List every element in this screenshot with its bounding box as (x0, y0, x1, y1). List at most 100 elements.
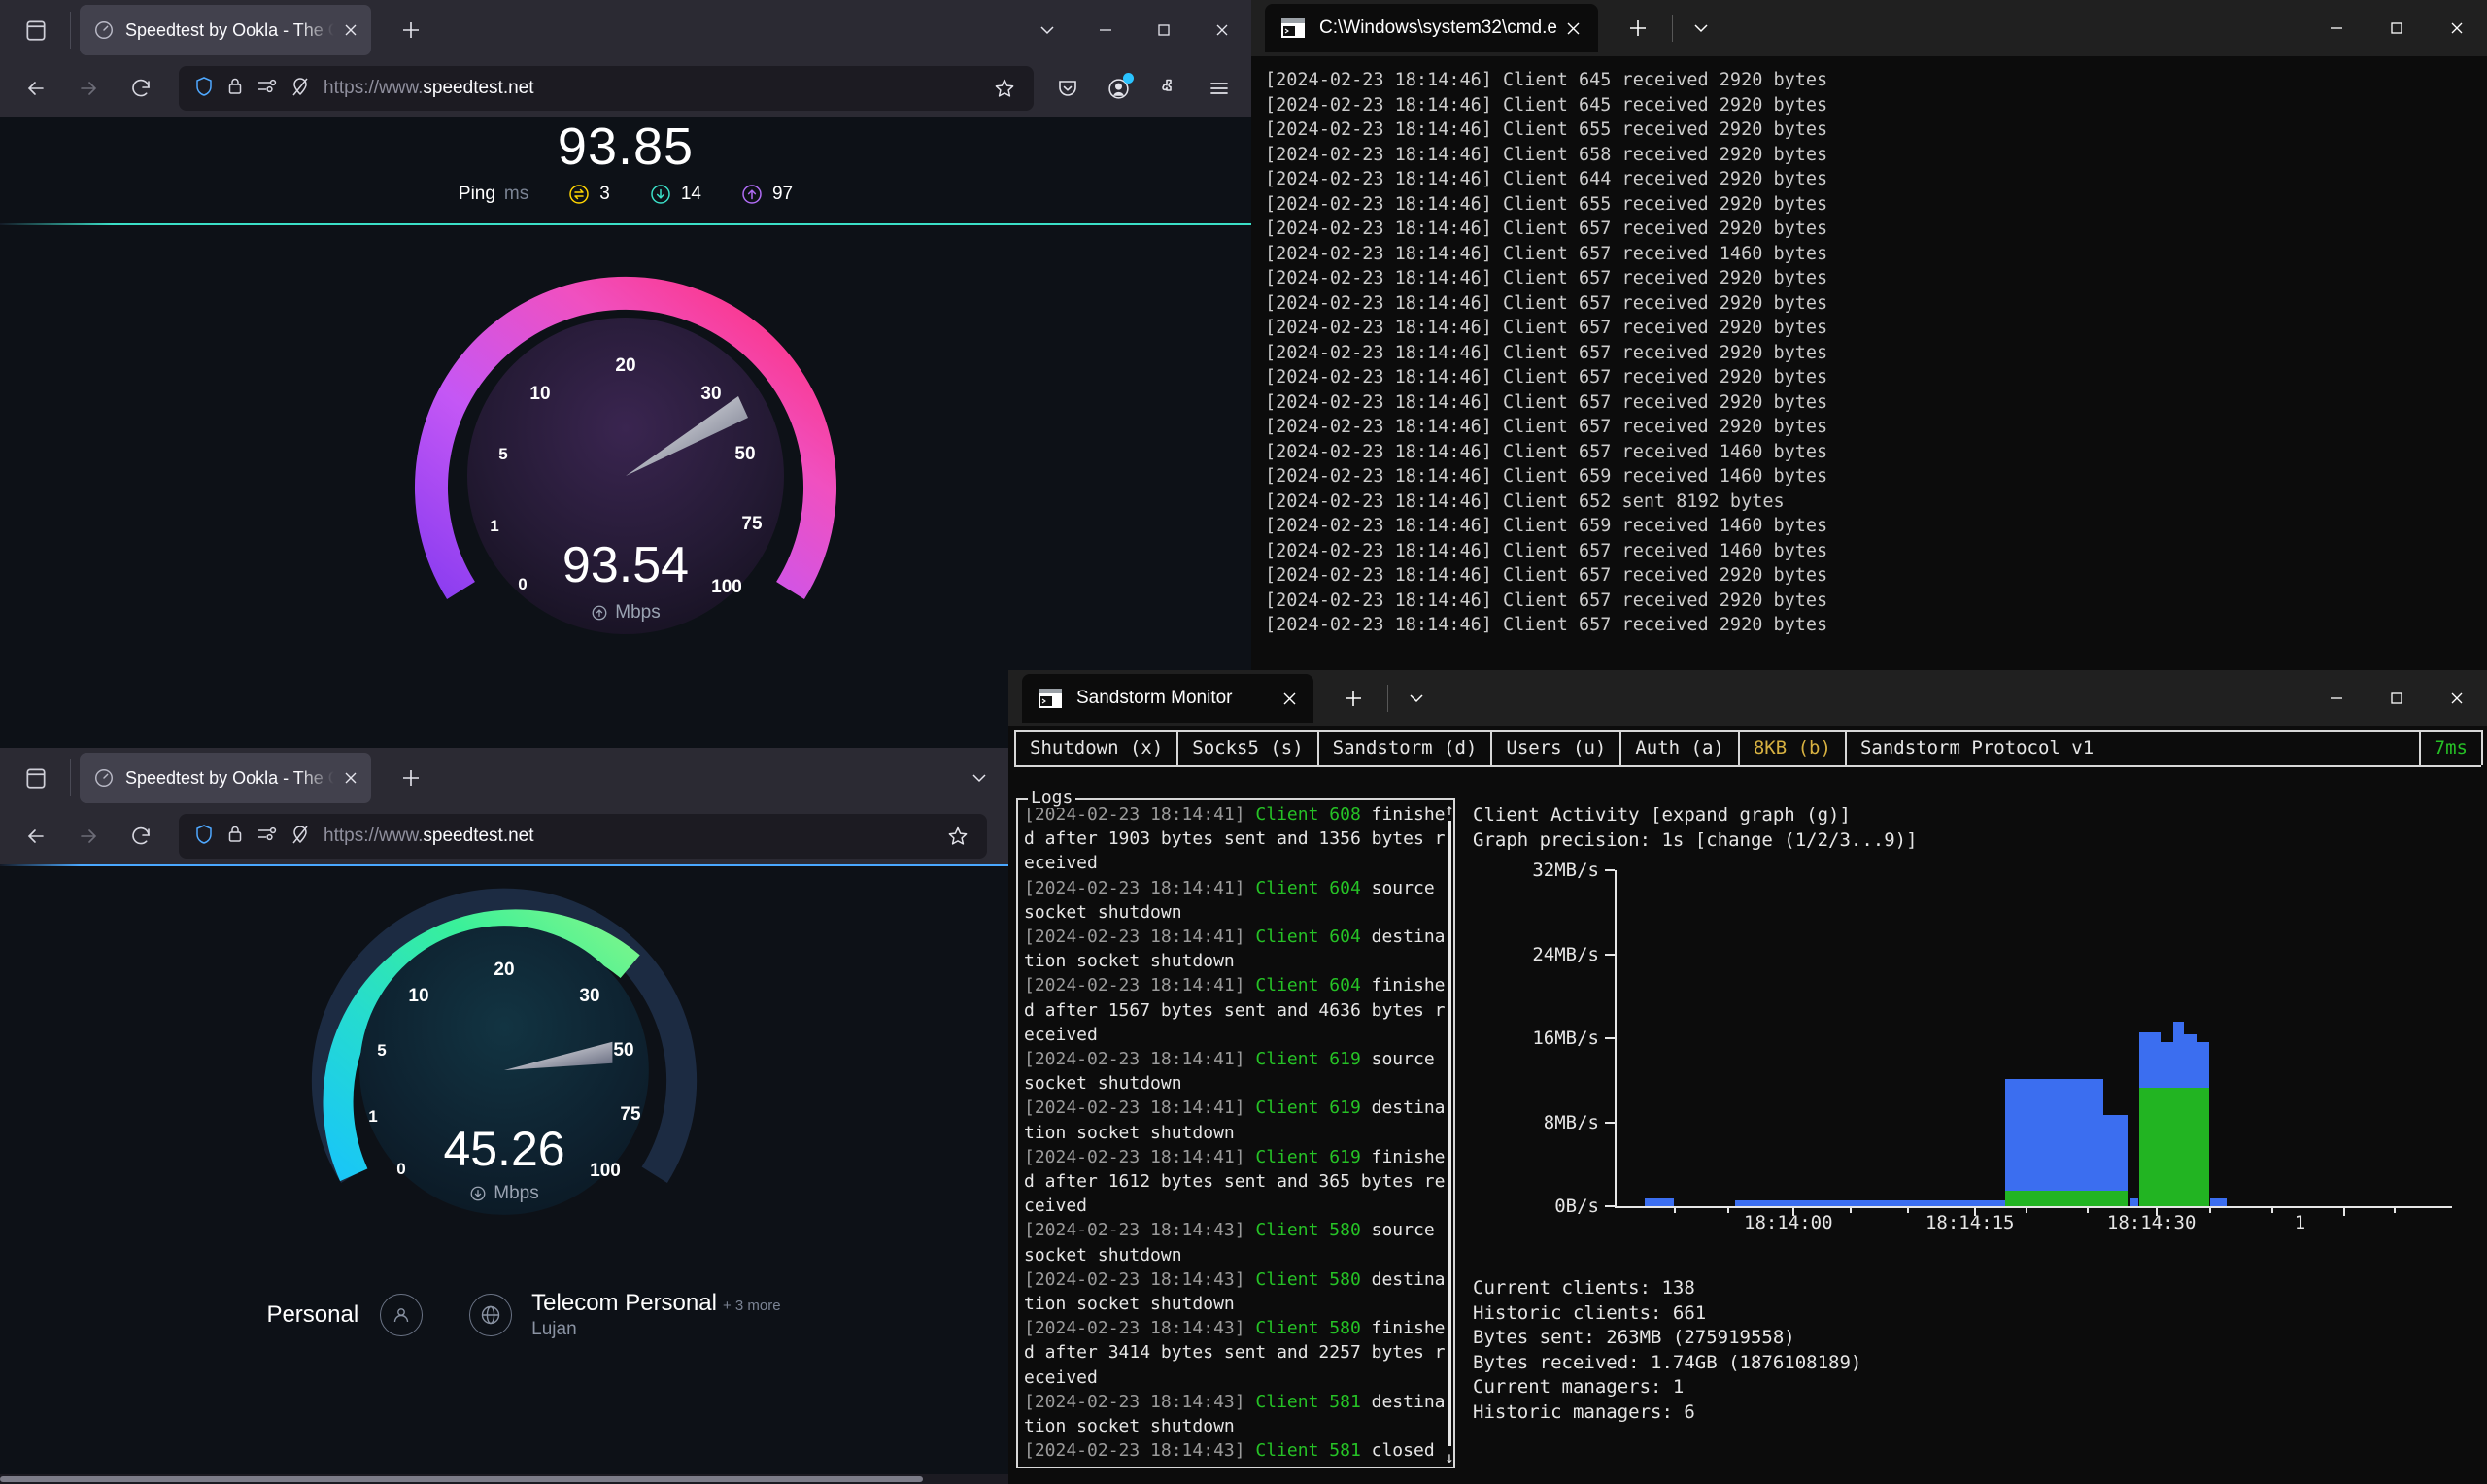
sandstorm-menu-item-5[interactable]: 8KB (b) (1738, 730, 1847, 765)
tab-strip-bottom: Speedtest by Ookla - The Globa (0, 748, 1008, 808)
close-icon[interactable] (1557, 12, 1590, 45)
minimize-button[interactable] (2306, 670, 2367, 726)
sandstorm-tab[interactable]: Sandstorm Monitor (1022, 674, 1313, 723)
cmd-line: [2024-02-23 18:14:46] Client 652 sent 81… (1265, 489, 2487, 515)
scroll-down-arrow[interactable]: ↓ (1445, 1448, 1454, 1467)
star-icon[interactable] (985, 69, 1024, 108)
stat-line: Historic clients: 661 (1473, 1301, 1861, 1327)
browser-tab-speedtest-top[interactable]: Speedtest by Ookla - The Globa (80, 5, 371, 55)
minimize-button[interactable] (2306, 0, 2367, 56)
shield-icon[interactable] (194, 824, 214, 850)
connection-block[interactable]: Personal (266, 1294, 423, 1336)
isp-block[interactable]: Telecom Personal+ 3 more Lujan (469, 1290, 780, 1340)
url-bar-top[interactable]: https://www.speedtest.net (179, 66, 1034, 111)
star-icon[interactable] (938, 817, 977, 856)
cmd-window[interactable]: C:\Windows\system32\cmd.e (1251, 0, 2487, 670)
back-button[interactable] (10, 66, 62, 111)
lock-icon[interactable] (226, 76, 244, 102)
close-icon[interactable] (336, 763, 365, 793)
maximize-button[interactable] (2367, 0, 2427, 56)
y-tick (1605, 869, 1615, 871)
speedtest-divider (0, 223, 1251, 225)
chevron-down-icon[interactable] (950, 748, 1008, 808)
permissions-icon[interactable] (256, 825, 278, 849)
chart-plot-area (1617, 870, 2435, 1206)
x-tick-label: 18:14:30 (2107, 1212, 2197, 1233)
browser-tab-speedtest-bottom[interactable]: Speedtest by Ookla - The Globa (80, 753, 371, 803)
reload-button[interactable] (115, 66, 167, 111)
upload-value: 97 (772, 184, 793, 205)
chart-bar-received (2005, 1191, 2103, 1206)
sandstorm-menu-item-7[interactable]: 7ms (2419, 730, 2483, 765)
account-icon[interactable] (1096, 66, 1141, 111)
chevron-down-icon[interactable] (1018, 0, 1076, 60)
chevron-down-icon[interactable] (1394, 676, 1439, 721)
list-all-tabs-icon[interactable] (8, 748, 64, 808)
maximize-button[interactable] (2367, 670, 2427, 726)
sandstorm-menu-item-1[interactable]: Socks5 (s) (1176, 730, 1318, 765)
sandstorm-menu-item-3[interactable]: Users (u) (1490, 730, 1621, 765)
log-entry: [2024-02-23 18:14:41] Client 619 finishe… (1024, 1145, 1448, 1219)
location-blocked-icon[interactable] (290, 824, 310, 850)
shield-icon[interactable] (194, 76, 214, 102)
new-tab-button[interactable] (387, 6, 435, 54)
cmd-tab[interactable]: C:\Windows\system32\cmd.e (1265, 4, 1598, 52)
close-icon[interactable] (336, 16, 365, 45)
close-button[interactable] (1193, 0, 1251, 60)
y-tick-label: 24MB/s (1473, 944, 1599, 965)
forward-button[interactable] (62, 66, 115, 111)
sandstorm-menu-item-0[interactable]: Shutdown (x) (1014, 730, 1178, 765)
back-button[interactable] (10, 814, 62, 859)
x-tick (1974, 1206, 1976, 1216)
chevron-down-icon[interactable] (1679, 6, 1723, 51)
new-tab-button[interactable] (387, 754, 435, 802)
horizontal-scrollbar[interactable] (0, 1474, 1008, 1484)
sandstorm-menu-item-4[interactable]: Auth (a) (1619, 730, 1740, 765)
x-tick (2156, 1206, 2158, 1216)
extensions-icon[interactable] (1146, 66, 1191, 111)
stat-line: Current clients: 138 (1473, 1276, 1861, 1301)
firefox-window-top[interactable]: Speedtest by Ookla - The Globa (0, 0, 1251, 748)
permissions-icon[interactable] (256, 77, 278, 101)
forward-button[interactable] (62, 814, 115, 859)
toolbar-icons-top (1045, 66, 1242, 111)
close-button[interactable] (2427, 0, 2487, 56)
sandstorm-monitor-window[interactable]: Sandstorm Monitor (1008, 670, 2487, 1484)
chart-bar-sent (2130, 1198, 2138, 1206)
isp-more-link[interactable]: + 3 more (723, 1298, 781, 1314)
close-button[interactable] (2427, 670, 2487, 726)
cmd-output: [2024-02-23 18:14:46] Client 645 receive… (1251, 56, 2487, 670)
globe-icon (469, 1294, 512, 1336)
stat-line: Bytes sent: 263MB (275919558) (1473, 1326, 1861, 1351)
app-menu-icon[interactable] (1197, 66, 1242, 111)
logs-panel: Logs [2024-02-23 18:14:41] Client 608 fi… (1016, 798, 1455, 1468)
url-bar-bottom[interactable]: https://www.speedtest.net (179, 814, 987, 859)
tab-title: Speedtest by Ookla - The Globa (125, 768, 336, 789)
scroll-up-arrow[interactable]: ↑ (1445, 800, 1454, 819)
toolbar-separator (1672, 15, 1673, 42)
isp-info: Telecom Personal+ 3 more Lujan (531, 1290, 780, 1340)
close-icon[interactable] (1273, 682, 1306, 715)
minimize-button[interactable] (1076, 0, 1135, 60)
logs-legend: Logs (1028, 788, 1075, 808)
gauge-unit-top: Mbps (402, 602, 849, 624)
new-tab-button[interactable] (1331, 676, 1376, 721)
log-entry: [2024-02-23 18:14:41] Client 619 source … (1024, 1047, 1448, 1096)
gauge-tick-5: 5 (498, 445, 507, 464)
download-value: 14 (681, 184, 701, 205)
firefox-window-bottom[interactable]: Speedtest by Ookla - The Globa (0, 748, 1008, 1484)
maximize-button[interactable] (1135, 0, 1193, 60)
sandstorm-menu-item-6[interactable]: Sandstorm Protocol v1 (1845, 730, 2421, 765)
location-blocked-icon[interactable] (290, 76, 310, 102)
lock-icon[interactable] (226, 824, 244, 850)
logs-content: [2024-02-23 18:14:41] Client 608 finishe… (1018, 800, 1453, 1465)
list-all-tabs-icon[interactable] (8, 0, 64, 60)
new-tab-button[interactable] (1616, 6, 1660, 51)
sandstorm-menu-item-2[interactable]: Sandstorm (d) (1317, 730, 1493, 765)
log-entry: [2024-02-23 18:14:41] Client 604 destina… (1024, 925, 1448, 973)
logs-scrollbar[interactable]: ↑ ↓ (1444, 800, 1455, 1467)
pocket-icon[interactable] (1045, 66, 1090, 111)
reload-button[interactable] (115, 814, 167, 859)
upload-icon (591, 604, 608, 622)
cmd-line: [2024-02-23 18:14:46] Client 657 receive… (1265, 440, 2487, 465)
